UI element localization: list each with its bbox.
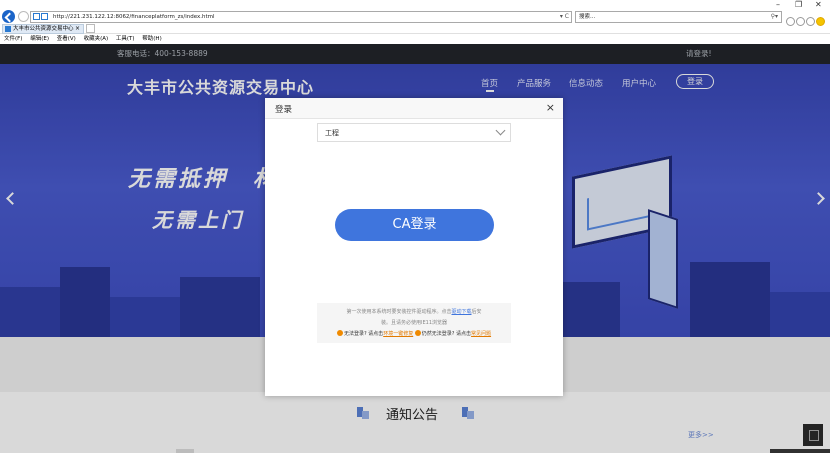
browser-tab[interactable]: 大丰市公共资源交易中心 × (2, 24, 84, 34)
tip-line-2: 装。且请务必使用IE11浏览器 (381, 320, 447, 326)
tip-text: 后安 (471, 309, 482, 315)
back-button[interactable] (2, 10, 15, 23)
menu-favorites[interactable]: 收藏夹(A) (84, 36, 109, 42)
address-bar[interactable]: http://221.231.122.12:8062/financeplatfo… (30, 11, 572, 23)
forward-button[interactable] (18, 11, 29, 22)
menu-edit[interactable]: 编辑(E) (30, 36, 49, 42)
warning-icon (336, 330, 343, 336)
tab-close-icon[interactable]: × (75, 25, 80, 33)
page-icon (33, 13, 51, 21)
address-row: http://221.231.122.12:8062/financeplatfo… (0, 10, 830, 26)
tip-text: 第一次使用本系统时要安装控件驱动程序。点击 (346, 309, 452, 315)
warning-icon (414, 330, 421, 336)
select-value: 工程 (325, 129, 339, 137)
ca-login-button[interactable]: CA登录 (335, 209, 494, 241)
address-text: http://221.231.122.12:8062/financeplatfo… (53, 14, 215, 20)
search-input[interactable]: 搜索... ⚲▾ (575, 11, 782, 23)
tip-q2: 仍然无法登录? 请点击 (421, 331, 472, 337)
menu-bar: 文件(F) 编辑(E) 查看(V) 收藏夹(A) 工具(T) 帮助(H) (0, 34, 830, 44)
tab-title: 大丰市公共资源交易中心 (13, 26, 74, 32)
tip-line-1: 第一次使用本系统时要安装控件驱动程序。点击驱动下载后安 (317, 307, 511, 318)
faq-link[interactable]: 常见问题 (471, 331, 491, 337)
tip-q1: 无法登录? 请点击 (343, 331, 384, 337)
window-titlebar: – ❐ ✕ (0, 0, 830, 10)
close-icon[interactable]: × (546, 101, 555, 114)
chevron-down-icon (495, 125, 506, 136)
modal-title: 登录 (275, 105, 293, 115)
login-tips: 第一次使用本系统时要安装控件驱动程序。点击驱动下载后安 装。且请务必使用IE11… (317, 303, 511, 343)
search-icon[interactable]: ⚲▾ (771, 12, 778, 22)
refresh-icon[interactable]: ▾ C (560, 12, 569, 22)
menu-view[interactable]: 查看(V) (57, 36, 76, 42)
new-tab-button[interactable] (86, 24, 95, 33)
close-window-icon[interactable]: ✕ (815, 0, 822, 10)
modal-header: 登录 × (265, 98, 563, 119)
minimize-icon[interactable]: – (776, 0, 780, 10)
driver-download-link[interactable]: 驱动下载 (451, 309, 471, 315)
tab-row: 大丰市公共资源交易中心 × (0, 24, 830, 34)
login-modal: 登录 × 工程 CA登录 第一次使用本系统时要安装控件驱动程序。点击驱动下载后安… (265, 98, 563, 396)
restore-icon[interactable]: ❐ (795, 0, 802, 10)
search-placeholder: 搜索... (579, 14, 596, 20)
menu-help[interactable]: 帮助(H) (142, 36, 161, 42)
menu-tools[interactable]: 工具(T) (116, 36, 135, 42)
menu-file[interactable]: 文件(F) (4, 36, 22, 42)
browser-tools (786, 11, 826, 26)
category-select[interactable]: 工程 (317, 123, 511, 142)
tip-line-3: 无法登录? 请点击环境一键修复 仍然无法登录? 请点击常见问题 (317, 329, 511, 340)
env-repair-link[interactable]: 环境一键修复 (383, 331, 413, 337)
